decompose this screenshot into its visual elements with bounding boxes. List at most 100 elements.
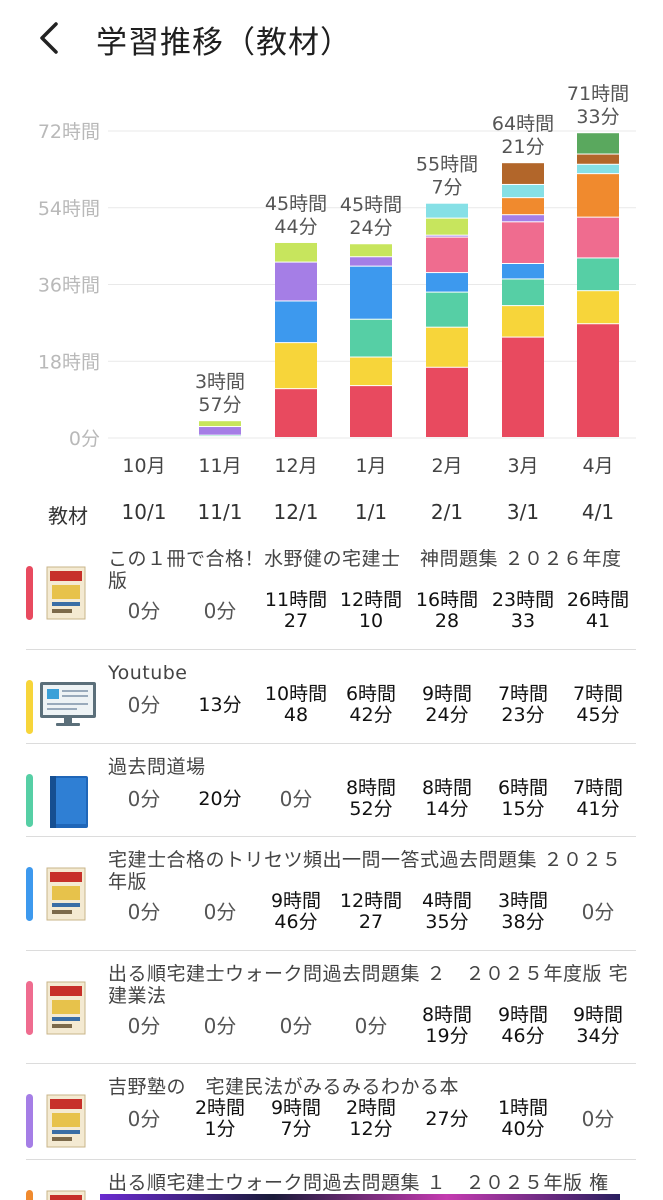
material-time-value: 9時間 7分 [270, 1097, 322, 1140]
material-row[interactable]: 吉野塾の 宅建民法がみるみるわかる本 0分 2時間 1分 9時間 7分 2時間 12分 2… [0, 1064, 663, 1160]
y-tick-label: 72時間 [38, 121, 100, 143]
material-row[interactable]: 出る順宅建士ウォーク問過去問題集 ２ ２０２５年度版 宅建業法 0分 0分 0分 0分 8… [0, 951, 663, 1064]
material-time-value: 16時間 28 [415, 589, 479, 632]
bar-total-label: 21分 [501, 136, 544, 158]
bar-segment [502, 163, 544, 184]
bar-total-label: 33分 [576, 106, 619, 128]
x-tick-label: 1月 [355, 455, 386, 477]
monitor-icon [38, 680, 96, 732]
material-time-value: 7時間 45分 [572, 683, 624, 726]
material-time-value: 2時間 1分 [194, 1097, 246, 1140]
book-cover-icon [46, 1190, 90, 1200]
material-time-value: 1時間 40分 [497, 1097, 549, 1140]
material-time-value: 10時間 48 [264, 683, 328, 726]
material-time-value: 0分 [127, 787, 161, 811]
material-row[interactable]: Youtube 0分 13分 10時間 48 6時間 42分 9時間 24分 7時間 23分… [0, 650, 663, 744]
column-date-6: 4/1 [581, 500, 615, 524]
material-time-value: 8時間 14分 [421, 777, 473, 820]
blue-book-icon [46, 774, 90, 834]
material-time-value: 8時間 52分 [345, 777, 397, 820]
material-time-value: 23時間 33 [491, 589, 555, 632]
book-cover-icon [46, 867, 90, 925]
material-time-value: 6時間 42分 [345, 683, 397, 726]
bar-segment [199, 427, 241, 435]
material-name: この１冊で合格！水野健の宅建士 神問題集 ２０２６年度版 [108, 548, 622, 592]
material-time-value: 0分 [581, 900, 615, 924]
bar-segment [426, 237, 468, 273]
y-tick-label: 54時間 [38, 198, 100, 220]
x-tick-label: 4月 [582, 455, 613, 477]
material-name: 吉野塾の 宅建民法がみるみるわかる本 [108, 1076, 460, 1098]
column-date-5: 3/1 [506, 500, 540, 524]
bar-segment [426, 235, 468, 237]
bar-segment [577, 217, 619, 258]
bar-segment [275, 242, 317, 262]
material-row[interactable]: この１冊で合格！水野健の宅建士 神問題集 ２０２６年度版 0分 0分 11時間 27 1… [0, 536, 663, 650]
material-time-value: 9時間 46分 [497, 1004, 549, 1047]
header: 学習推移（教材） [0, 0, 663, 78]
bar-total-label: 24分 [349, 217, 392, 239]
y-tick-label: 36時間 [38, 275, 100, 297]
bar-segment [275, 389, 317, 437]
bar-total-label: 45時間 [265, 193, 327, 215]
x-tick-label: 3月 [507, 455, 538, 477]
bar-segment [577, 154, 619, 164]
material-time-value: 0分 [203, 599, 237, 623]
material-color-bar [26, 680, 33, 734]
material-time-value: 0分 [203, 1014, 237, 1038]
column-date-4: 2/1 [430, 500, 464, 524]
bar-segment [502, 198, 544, 215]
bar-segment [350, 266, 392, 319]
bar-segment [350, 319, 392, 357]
material-time-value: 0分 [127, 693, 161, 717]
bar-total-label: 64時間 [492, 113, 554, 135]
bar-segment [502, 215, 544, 222]
material-name: 出る順宅建士ウォーク問過去問題集 １ ２０２５年版 権 [108, 1172, 609, 1194]
material-row[interactable]: 宅建士合格のトリセツ頻出一問一答式過去問題集 ２０２５年版 0分 0分 9時間 46分… [0, 837, 663, 951]
material-color-bar [26, 981, 33, 1035]
book-cover-icon [46, 1094, 90, 1152]
material-time-value: 0分 [203, 900, 237, 924]
bar-segment [199, 421, 241, 427]
bar-total-label: 45時間 [340, 194, 402, 216]
bar-segment [275, 262, 317, 301]
bar-segment [350, 357, 392, 386]
bar-segment [502, 263, 544, 279]
bar-segment [426, 218, 468, 235]
column-header-row: 教材 10/1 11/1 12/1 1/1 2/1 3/1 4/1 [0, 494, 663, 534]
bar-segment [275, 301, 317, 343]
material-time-value: 12時間 10 [339, 589, 403, 632]
bar-segment [577, 324, 619, 437]
bottom-overlay-strip [100, 1194, 620, 1200]
bar-total-label: 55時間 [416, 154, 478, 176]
material-time-value: 8時間 19分 [421, 1004, 473, 1047]
bar-segment [577, 164, 619, 174]
study-time-stacked-bar-chart: 0分18時間36時間54時間72時間10月 11月3時間57分12月45時間44分… [38, 83, 636, 477]
bar-segment [502, 279, 544, 306]
bar-segment [502, 184, 544, 198]
material-color-bar [26, 1190, 33, 1200]
material-time-value: 27分 [425, 1108, 469, 1130]
bar-segment [426, 367, 468, 437]
material-name: 宅建士合格のトリセツ頻出一問一答式過去問題集 ２０２５年版 [108, 849, 622, 893]
material-time-value: 9時間 46分 [270, 890, 322, 933]
bar-total-label: 44分 [274, 216, 317, 238]
y-tick-label: 18時間 [38, 351, 100, 373]
material-time-value: 7時間 41分 [572, 777, 624, 820]
bar-segment [426, 327, 468, 367]
bar-segment [502, 222, 544, 263]
material-name: Youtube [108, 662, 188, 684]
material-color-bar [26, 1094, 33, 1148]
material-time-value: 20分 [198, 788, 242, 810]
bar-segment [426, 203, 468, 218]
material-time-value: 0分 [354, 1014, 388, 1038]
material-color-bar [26, 774, 33, 827]
material-color-bar [26, 867, 33, 921]
material-time-value: 0分 [127, 900, 161, 924]
material-time-value: 12時間 27 [339, 890, 403, 933]
bar-total-label: 57分 [198, 394, 241, 416]
bar-segment [350, 257, 392, 266]
material-row[interactable]: 過去問道場 0分 20分 0分 8時間 52分 8時間 14分 6時間 15分 7時間 41分 [0, 744, 663, 837]
column-date-2: 12/1 [273, 500, 319, 524]
back-chevron-icon[interactable] [30, 16, 74, 60]
